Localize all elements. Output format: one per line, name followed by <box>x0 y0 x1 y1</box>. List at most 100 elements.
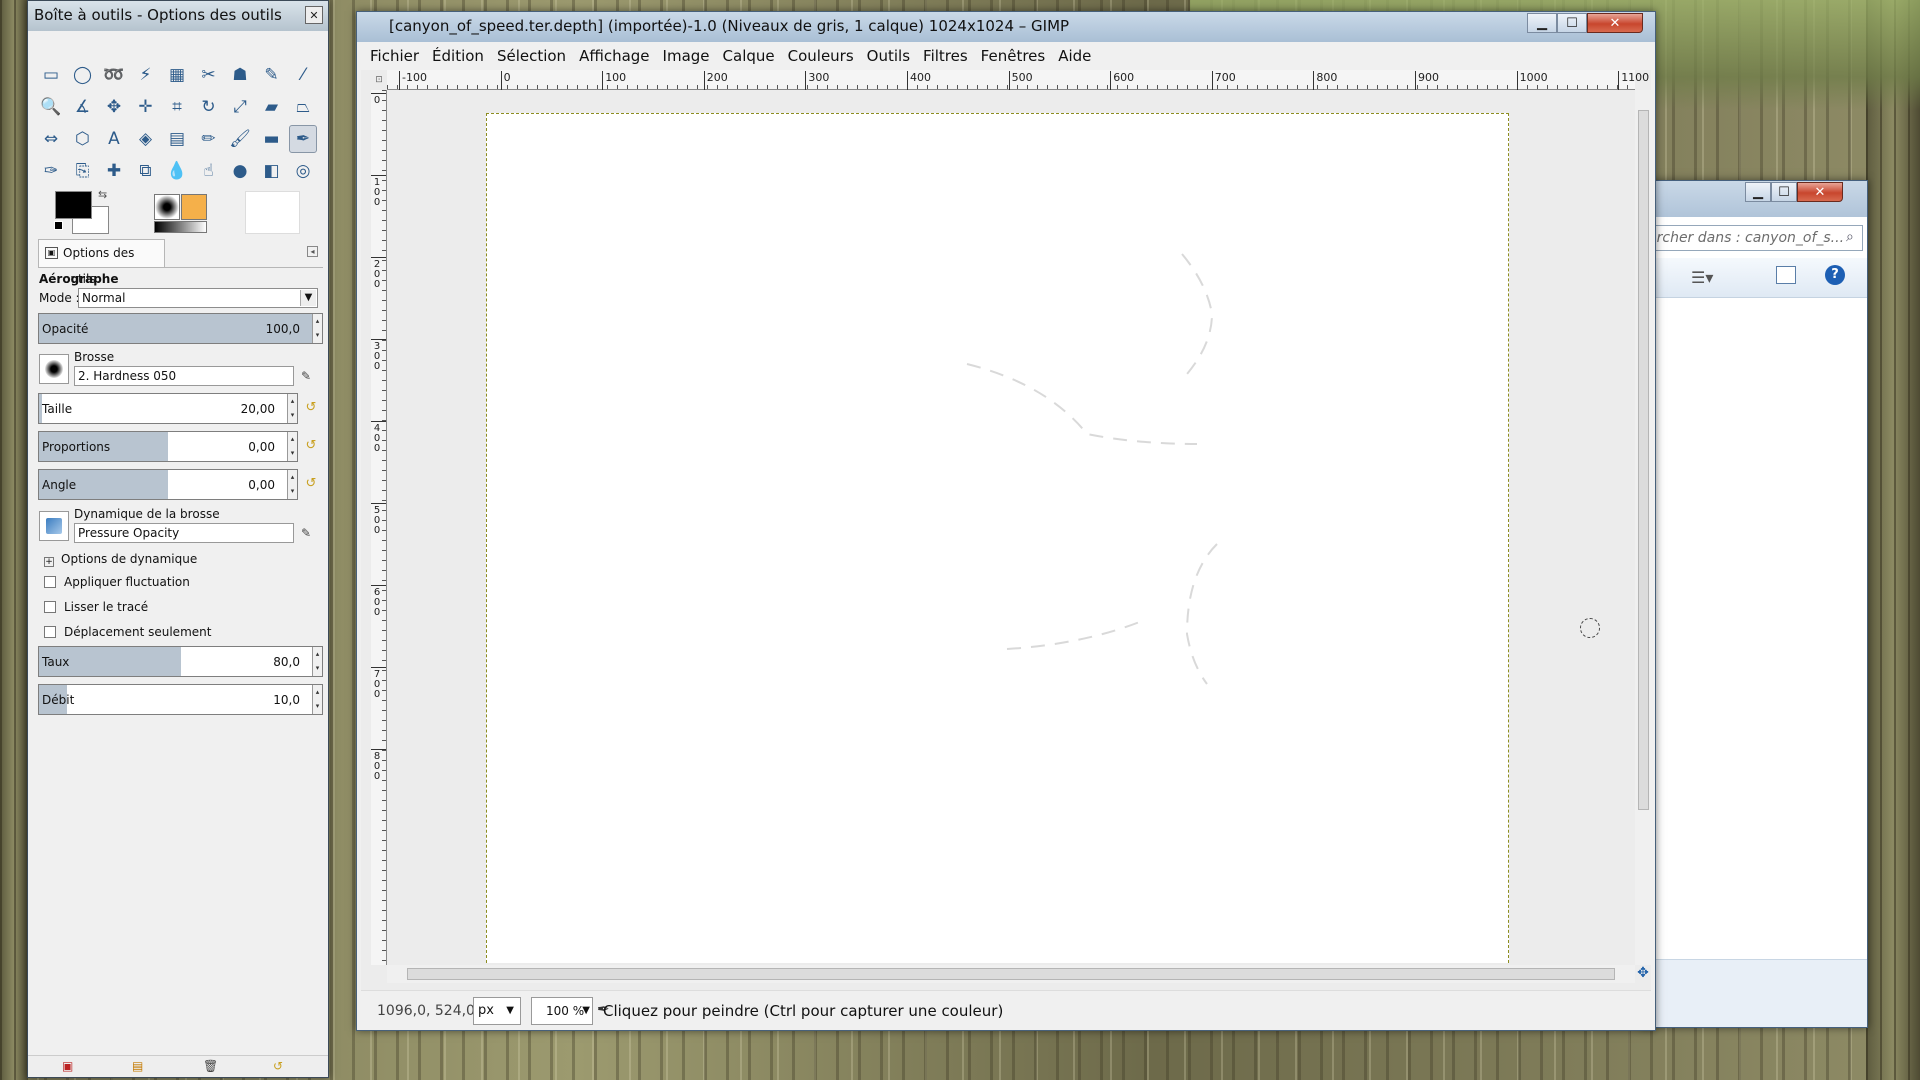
gimp-image-window[interactable]: [canyon_of_speed.ter.depth] (importée)-1… <box>356 11 1656 1031</box>
rate-slider[interactable]: Taux 80,0 ▴ ▾ <box>38 646 323 677</box>
swap-colors-icon[interactable]: ⇆ <box>98 188 107 201</box>
size-spinner[interactable]: ▴ ▾ <box>287 394 297 423</box>
menu-item[interactable]: Affichage <box>579 47 649 65</box>
edit-dynamics-icon[interactable]: ✎ <box>301 526 317 542</box>
explorer-file-list[interactable] <box>1641 299 1867 959</box>
align-icon[interactable]: ✛ <box>132 93 160 121</box>
fuzzy-select-icon[interactable]: ⚡ <box>132 61 160 89</box>
rotate-icon[interactable]: ↻ <box>195 93 223 121</box>
ellipse-select-icon[interactable]: ◯ <box>69 61 97 89</box>
flow-spinner[interactable]: ▴ ▾ <box>312 685 322 714</box>
view-options-icon[interactable]: ☰▾ <box>1691 268 1713 287</box>
bucket-fill-icon[interactable]: ◈ <box>132 125 160 153</box>
flow-slider[interactable]: Débit 10,0 ▴ ▾ <box>38 684 323 715</box>
image-canvas[interactable] <box>486 113 1509 963</box>
flip-icon[interactable]: ⇔ <box>37 125 65 153</box>
dodge-burn-icon[interactable]: ● <box>226 157 254 185</box>
horizontal-scroll-thumb[interactable] <box>407 968 1615 980</box>
tab-menu-icon[interactable]: ◂ <box>307 246 318 257</box>
toolbox-title[interactable]: Boîte à outils - Options des outils <box>28 1 328 31</box>
aspect-slider[interactable]: Proportions 0,00 ▴ ▾ <box>38 431 298 462</box>
vertical-ruler[interactable]: 0 100 200 300 400 500 600 700 800 <box>371 90 387 965</box>
move-icon[interactable]: ✥ <box>100 93 128 121</box>
menu-item[interactable]: Calque <box>723 47 775 65</box>
restore-options-icon[interactable]: ▤ <box>132 1059 143 1073</box>
save-options-icon[interactable]: ▣ <box>62 1059 73 1073</box>
zoom-select[interactable]: 100 % ▼ <box>531 997 593 1025</box>
horizontal-scrollbar[interactable] <box>387 965 1635 983</box>
menu-item[interactable]: Filtres <box>923 47 968 65</box>
menu-item[interactable]: Image <box>663 47 710 65</box>
perspective-icon[interactable]: ⏢ <box>289 93 317 121</box>
rate-spinner[interactable]: ▴ ▾ <box>312 647 322 676</box>
clone-icon[interactable]: ⎘ <box>69 157 97 185</box>
heal-icon[interactable]: ✚ <box>100 157 128 185</box>
color-select-icon[interactable]: ▦ <box>163 61 191 89</box>
measure-icon[interactable]: ∡ <box>69 93 97 121</box>
apply-jitter-checkbox[interactable]: Appliquer fluctuation <box>44 575 190 589</box>
explorer-window[interactable]: ▁ ☐ ✕ ercher dans : canyon_of_s... ⌕ ☰▾ … <box>1640 180 1868 1028</box>
menu-item[interactable]: Couleurs <box>788 47 854 65</box>
active-pattern-preview[interactable] <box>181 194 207 220</box>
dynamics-preview-button[interactable] <box>39 511 69 541</box>
smooth-stroke-checkbox[interactable]: Lisser le tracé <box>44 600 148 614</box>
scale-icon[interactable]: ⤢ <box>226 93 254 121</box>
paths-icon[interactable]: ✎ <box>258 61 286 89</box>
reset-options-icon[interactable]: ↺ <box>273 1059 283 1073</box>
reset-size-icon[interactable]: ↺ <box>303 400 319 416</box>
tab-tool-options[interactable]: ▣ Options des outils <box>38 239 165 286</box>
vertical-scrollbar[interactable] <box>1635 90 1651 965</box>
unit-select[interactable]: px ▼ <box>473 997 521 1025</box>
default-colors-icon[interactable] <box>54 221 63 230</box>
horizontal-ruler[interactable]: -100 0 100 200 300 400 500 600 700 800 900 1000 1100 <box>387 70 1649 90</box>
rect-select-icon[interactable]: ▭ <box>37 61 65 89</box>
menu-item[interactable]: Fenêtres <box>981 47 1046 65</box>
explorer-minimize-button[interactable]: ▁ <box>1745 182 1771 202</box>
brush-preview-button[interactable] <box>39 354 69 384</box>
opacity-spinner[interactable]: ▴ ▾ <box>312 314 322 343</box>
mode-select[interactable]: Normal ▼ <box>78 288 318 308</box>
blend-icon[interactable]: ▤ <box>163 125 191 153</box>
size-slider[interactable]: Taille 20,00 ▴ ▾ <box>38 393 298 424</box>
gimp-close-button[interactable]: ✕ <box>1587 13 1643 33</box>
angle-slider[interactable]: Angle 0,00 ▴ ▾ <box>38 469 298 500</box>
foreground-color-swatch[interactable] <box>55 191 92 219</box>
smudge-icon[interactable]: ☝ <box>195 157 223 185</box>
zoom-icon[interactable]: 🔍 <box>37 93 65 121</box>
lasso-icon[interactable]: ➿ <box>100 61 128 89</box>
text-icon[interactable]: A <box>100 125 128 153</box>
blur-icon[interactable]: 💧 <box>163 157 191 185</box>
menu-item[interactable]: Aide <box>1058 47 1091 65</box>
dynamics-name-field[interactable]: Pressure Opacity <box>74 523 294 543</box>
spiral-icon[interactable]: ◎ <box>289 157 317 185</box>
aspect-spinner[interactable]: ▴ ▾ <box>287 432 297 461</box>
opacity-slider[interactable]: Opacité 100,0 ▴ ▾ <box>38 313 323 344</box>
explorer-search-input[interactable]: ercher dans : canyon_of_s... <box>1645 225 1863 251</box>
vertical-scroll-thumb[interactable] <box>1638 110 1649 810</box>
color-picker-icon[interactable]: ⁄ <box>289 61 317 89</box>
menu-item[interactable]: Sélection <box>497 47 566 65</box>
crop-icon[interactable]: ⌗ <box>163 93 191 121</box>
gimp-maximize-button[interactable]: ☐ <box>1557 13 1587 33</box>
airbrush-icon[interactable]: ✒ <box>289 125 317 153</box>
reset-aspect-icon[interactable]: ↺ <box>303 438 319 454</box>
help-icon[interactable]: ? <box>1825 265 1845 285</box>
active-brush-preview[interactable] <box>154 194 180 220</box>
angle-spinner[interactable]: ▴ ▾ <box>287 470 297 499</box>
menu-item[interactable]: Fichier <box>370 47 419 65</box>
shear-icon[interactable]: ▰ <box>258 93 286 121</box>
explorer-close-button[interactable]: ✕ <box>1797 182 1843 202</box>
cage-icon[interactable]: ⬡ <box>69 125 97 153</box>
perspective-clone-icon[interactable]: ⧉ <box>132 157 160 185</box>
dynamics-options-expander[interactable]: + Options de dynamique <box>44 552 197 567</box>
toolbox-close-button[interactable]: ✕ <box>305 6 323 24</box>
menu-item[interactable]: Outils <box>867 47 910 65</box>
delete-options-icon[interactable]: 🗑 <box>203 1059 218 1073</box>
active-gradient-preview[interactable] <box>154 221 207 233</box>
preview-pane-icon[interactable] <box>1776 266 1796 284</box>
gimp-minimize-button[interactable]: ▁ <box>1527 13 1557 33</box>
scissors-icon[interactable]: ✂ <box>195 61 223 89</box>
reset-angle-icon[interactable]: ↺ <box>303 476 319 492</box>
pencil-icon[interactable]: ✏ <box>195 125 223 153</box>
motion-only-checkbox[interactable]: Déplacement seulement <box>44 625 211 639</box>
